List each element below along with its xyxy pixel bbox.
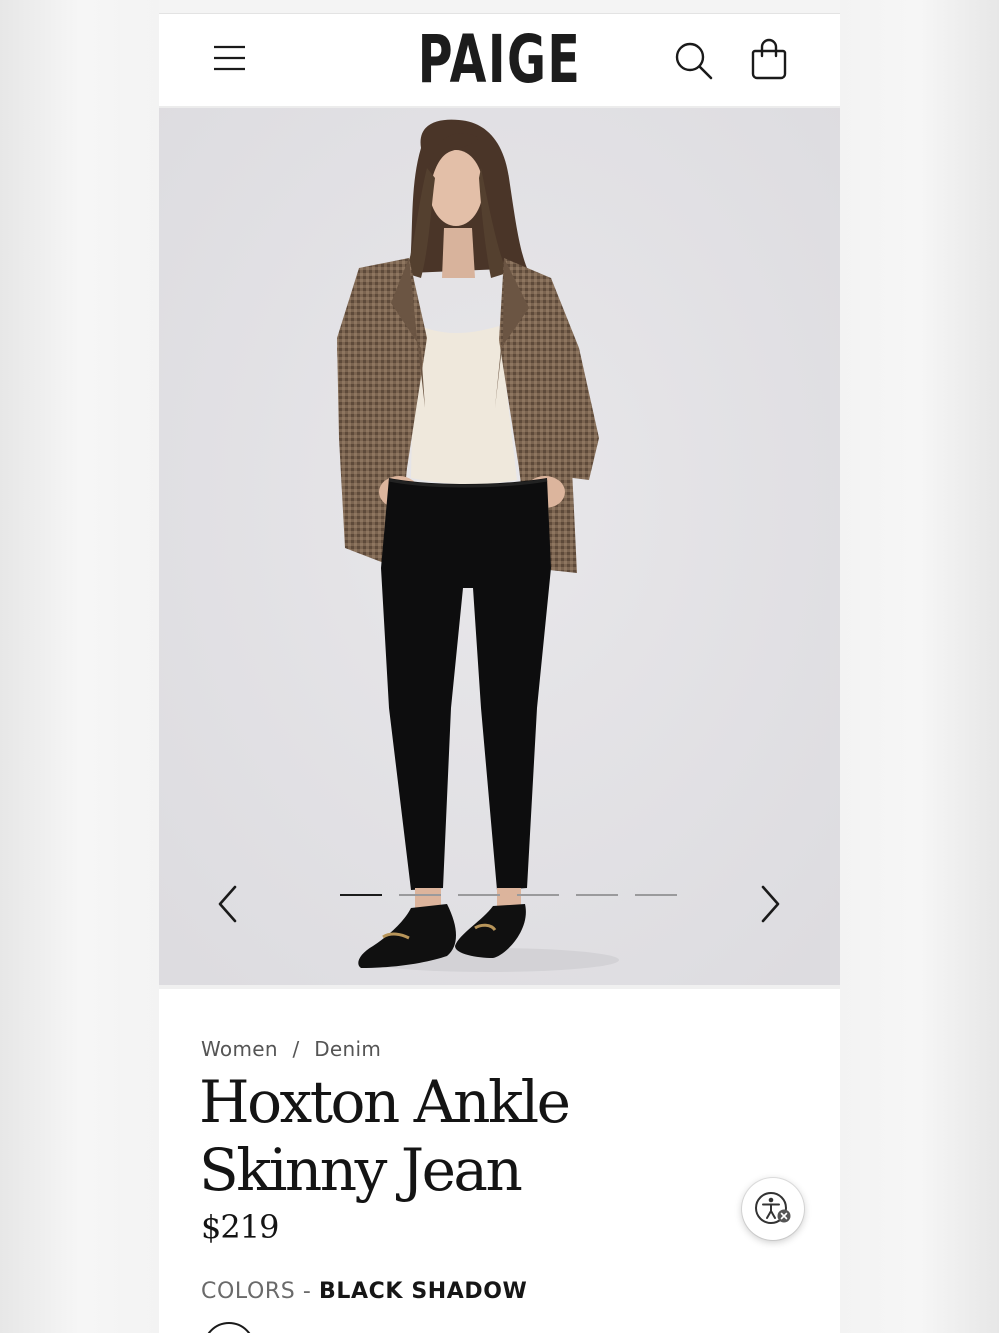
browser-top-strip (159, 0, 840, 14)
gallery-dot[interactable] (340, 894, 382, 896)
product-title: Hoxton Ankle Skinny Jean (199, 1068, 619, 1204)
search-icon (675, 42, 713, 80)
product-title-line-1: Hoxton Ankle (199, 1068, 571, 1136)
next-image-button[interactable] (749, 879, 789, 929)
site-header: PAIGE (159, 14, 840, 108)
product-price: $219 (201, 1208, 279, 1246)
accessibility-icon (755, 1192, 791, 1224)
accessibility-button[interactable] (742, 1178, 804, 1240)
cart-button[interactable] (750, 38, 788, 80)
mobile-page: PAIGE Women / Denim Hoxton Ankle Skinny … (159, 0, 840, 1333)
gallery-dot[interactable] (458, 894, 500, 896)
gallery-dot[interactable] (399, 894, 441, 896)
previous-image-button[interactable] (209, 879, 249, 929)
hamburger-menu-icon (214, 45, 245, 71)
product-title-line-2: Skinny Jean (199, 1136, 523, 1204)
breadcrumb: Women / Denim (201, 1037, 381, 1061)
colors-label: COLORS - (201, 1279, 312, 1304)
gallery-pagination (340, 894, 680, 898)
product-image-gallery[interactable] (159, 108, 840, 985)
gallery-dot[interactable] (635, 894, 677, 896)
breadcrumb-link-denim[interactable]: Denim (314, 1037, 381, 1061)
breadcrumb-link-women[interactable]: Women (201, 1037, 278, 1061)
gallery-dot[interactable] (576, 894, 618, 896)
brand-logo[interactable]: PAIGE (254, 26, 744, 94)
color-swatch-black-shadow[interactable] (203, 1322, 255, 1333)
search-button[interactable] (673, 40, 715, 82)
selected-color-name: BLACK SHADOW (319, 1279, 528, 1304)
color-selector-label: COLORS - BLACK SHADOW (201, 1279, 527, 1304)
chevron-right-icon (761, 885, 780, 923)
product-photo (159, 108, 840, 985)
breadcrumb-separator: / (292, 1037, 300, 1061)
shopping-bag-icon (751, 38, 787, 80)
divider (159, 985, 840, 989)
gallery-dot[interactable] (517, 894, 559, 896)
chevron-left-icon (218, 885, 237, 923)
menu-button[interactable] (211, 44, 247, 74)
